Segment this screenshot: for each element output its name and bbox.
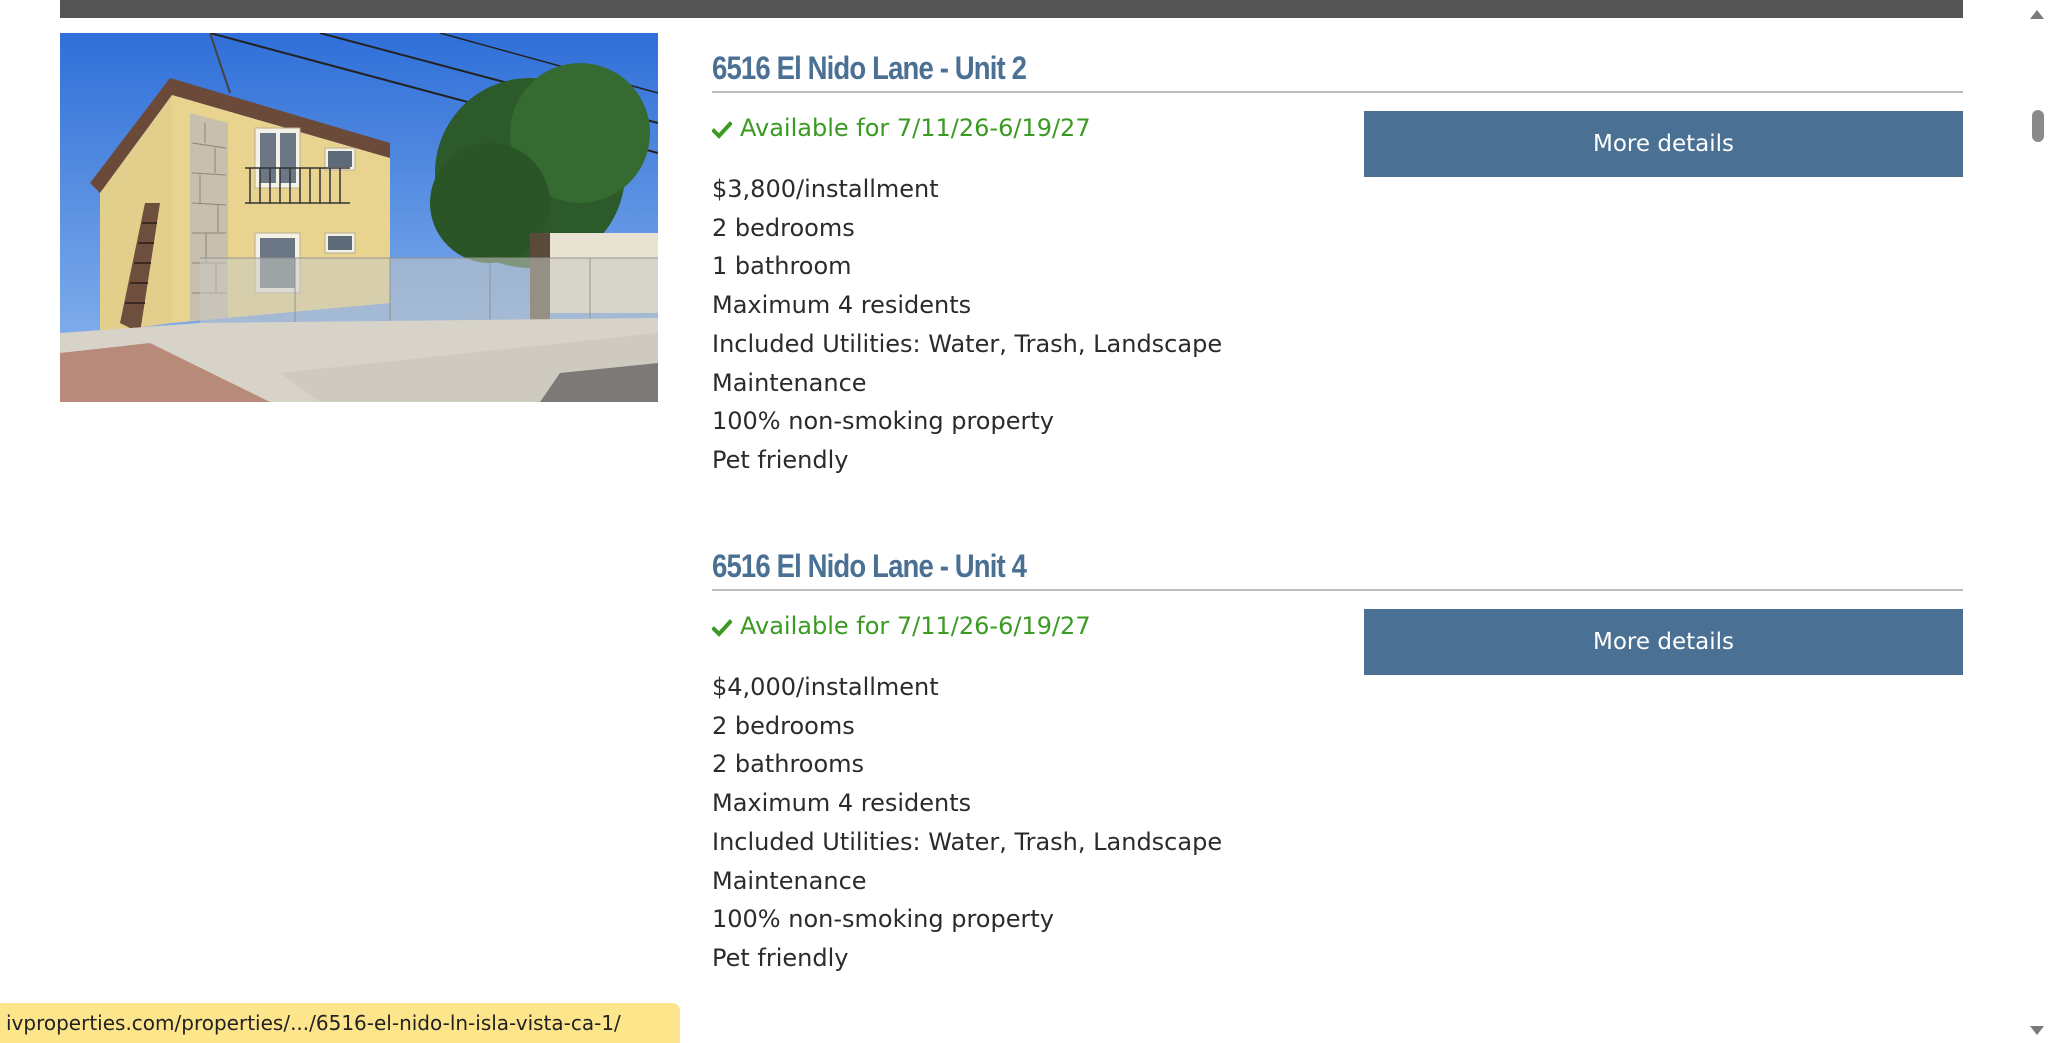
- listing-unit-2: 6516 El Nido Lane - Unit 2 Available for…: [711, 44, 1963, 474]
- title-divider: [712, 589, 1963, 591]
- check-icon: [711, 616, 733, 637]
- listing-unit-4: 6516 El Nido Lane - Unit 4 Available for…: [711, 542, 1963, 972]
- more-details-button[interactable]: More details: [1364, 609, 1963, 675]
- details-list: $4,000/installment 2 bedrooms 2 bathroom…: [712, 668, 1222, 978]
- scrollbar[interactable]: [2026, 0, 2048, 1043]
- detail-maintenance: Maintenance: [712, 866, 867, 895]
- availability-text: Available for 7/11/26-6/19/27: [740, 612, 1091, 640]
- detail-max-residents: Maximum 4 residents: [712, 291, 972, 320]
- detail-bedrooms: 2 bedrooms: [712, 711, 855, 740]
- scrollbar-thumb[interactable]: [2032, 110, 2044, 142]
- chevron-up-icon[interactable]: [2030, 10, 2044, 19]
- availability-status: Available for 7/11/26-6/19/27: [711, 612, 1091, 640]
- detail-pet-friendly: Pet friendly: [712, 943, 849, 972]
- detail-price: $3,800/installment: [712, 175, 939, 203]
- detail-bathrooms: 1 bathroom: [712, 252, 852, 281]
- detail-pet-friendly: Pet friendly: [712, 445, 849, 474]
- availability-text: Available for 7/11/26-6/19/27: [740, 114, 1091, 142]
- details-list: $3,800/installment 2 bedrooms 1 bathroom…: [712, 170, 1222, 480]
- listing-title[interactable]: 6516 El Nido Lane - Unit 4: [712, 542, 1963, 589]
- status-bar-url: ivproperties.com/properties/.../6516-el-…: [0, 1003, 680, 1043]
- more-details-button[interactable]: More details: [1364, 111, 1963, 177]
- detail-maintenance: Maintenance: [712, 368, 867, 397]
- title-divider: [712, 91, 1963, 93]
- property-photo[interactable]: [60, 33, 658, 402]
- detail-max-residents: Maximum 4 residents: [712, 789, 972, 818]
- check-icon: [711, 118, 733, 139]
- detail-price: $4,000/installment: [712, 673, 939, 701]
- detail-utilities: Included Utilities: Water, Trash, Landsc…: [712, 329, 1223, 358]
- page: 6516 El Nido Lane - Unit 2 Available for…: [0, 0, 2048, 1043]
- listing-title[interactable]: 6516 El Nido Lane - Unit 2: [712, 44, 1963, 91]
- detail-non-smoking: 100% non-smoking property: [712, 407, 1054, 436]
- header-bar: [60, 0, 1963, 18]
- detail-bedrooms: 2 bedrooms: [712, 213, 855, 242]
- detail-utilities: Included Utilities: Water, Trash, Landsc…: [712, 827, 1223, 856]
- chevron-down-icon[interactable]: [2030, 1026, 2044, 1035]
- detail-bathrooms: 2 bathrooms: [712, 750, 865, 779]
- availability-status: Available for 7/11/26-6/19/27: [711, 114, 1091, 142]
- detail-non-smoking: 100% non-smoking property: [712, 905, 1054, 934]
